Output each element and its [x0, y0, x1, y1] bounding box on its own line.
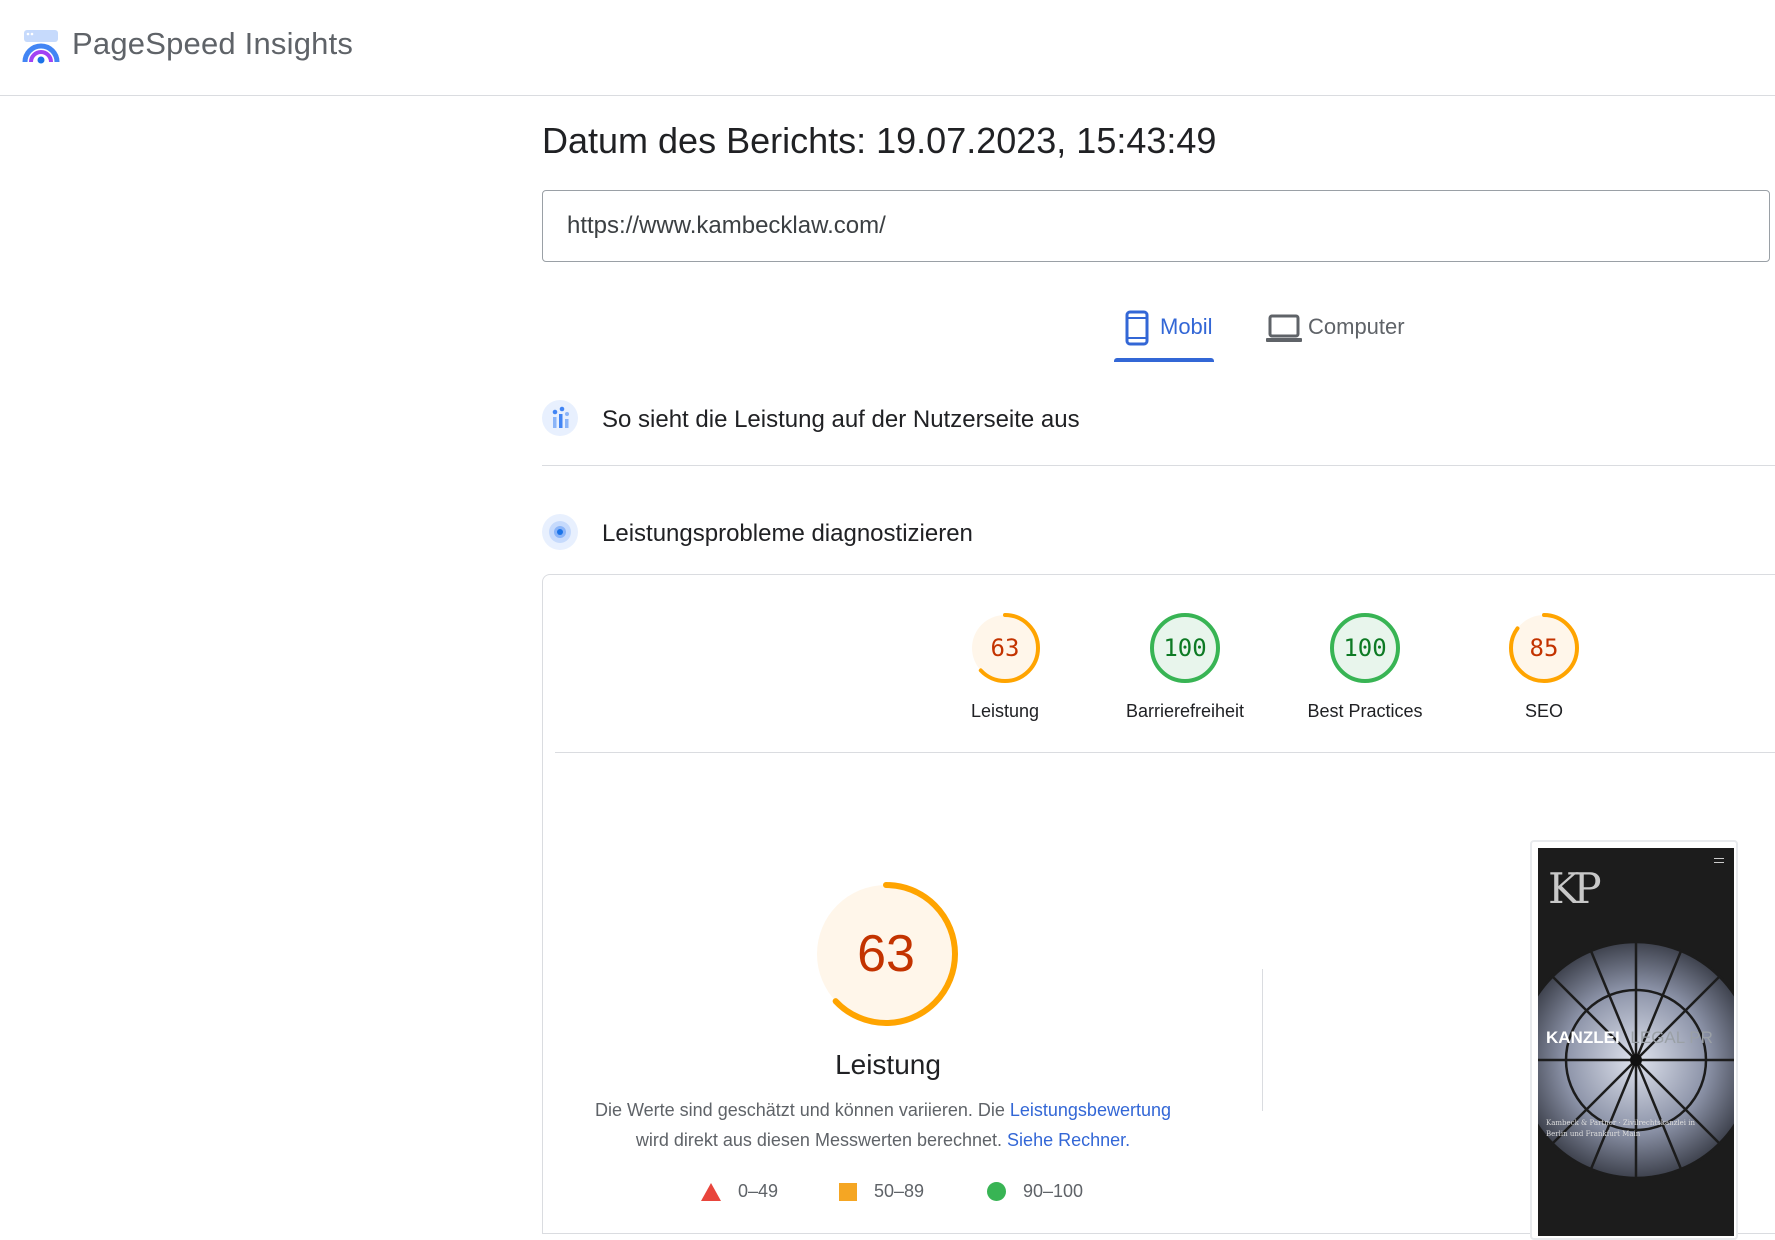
- tab-mobile[interactable]: Mobil: [1114, 300, 1214, 366]
- gauge-label: Barrierefreiheit: [1125, 701, 1245, 721]
- screenshot-logo: KP: [1548, 864, 1602, 913]
- performance-score-gauge: 63: [813, 881, 973, 1041]
- pagespeed-logo-icon[interactable]: [22, 28, 60, 66]
- performance-title: Leistung: [835, 1049, 941, 1080]
- field-data-title[interactable]: So sieht die Leistung auf der Nutzerseit…: [602, 406, 1080, 434]
- caption-line: Kambeck & Partner · Zivilrechtskanzlei i…: [1546, 1119, 1695, 1127]
- category-gauges: 63 Leistung 100 Barrierefreiheit 100 Bes…: [555, 575, 1775, 753]
- divider: [1262, 969, 1263, 1111]
- tab-computer[interactable]: Computer: [1262, 300, 1422, 366]
- performance-description: Die Werte sind geschätzt und können vari…: [583, 1095, 1183, 1155]
- legend-range: 50–89: [874, 1181, 925, 1201]
- gauge-label: Best Practices: [1307, 701, 1423, 721]
- gauge-value: 100: [1343, 634, 1387, 662]
- screenshot-image: KP KANZLEI LEGAL PR Kambeck & Partner · …: [1538, 848, 1734, 1236]
- gauge-value: 63: [990, 634, 1020, 662]
- page-screenshot-thumbnail[interactable]: KP KANZLEI LEGAL PR Kambeck & Partner · …: [1530, 840, 1738, 1240]
- tab-computer-label: Computer: [1308, 314, 1405, 339]
- gauge-value: 100: [1163, 634, 1207, 662]
- screenshot-headline: KANZLEI LEGAL PR: [1546, 1028, 1713, 1048]
- laptop-icon: [1266, 314, 1302, 342]
- report-date: Datum des Berichts: 19.07.2023, 15:43:49: [542, 120, 1217, 161]
- gauge-value: 85: [1529, 634, 1559, 662]
- screenshot-caption: Kambeck & Partner · Zivilrechtskanzlei i…: [1546, 1118, 1726, 1140]
- caption-line: Berlin und Frankfurt Main: [1546, 1130, 1641, 1138]
- smartphone-icon: [1125, 310, 1149, 346]
- field-data-section: So sieht die Leistung auf der Nutzerseit…: [542, 386, 1775, 466]
- headline-faded-text: LEGAL PR: [1630, 1028, 1713, 1047]
- gauge-performance[interactable]: 63 Leistung: [925, 611, 1085, 722]
- triangle-icon: [701, 1182, 721, 1201]
- performance-rating-link[interactable]: Leistungsbewertung: [1010, 1100, 1171, 1120]
- menu-icon: [1714, 858, 1724, 863]
- users-chart-icon: [542, 400, 578, 436]
- gauge-best-practices[interactable]: 100 Best Practices: [1285, 611, 1445, 722]
- square-icon: [839, 1182, 857, 1201]
- gauge-label: SEO: [1524, 701, 1563, 721]
- lighthouse-icon: [542, 514, 578, 550]
- app-header: PageSpeed Insights: [0, 0, 1775, 96]
- headline-text: KANZLEI: [1546, 1028, 1620, 1047]
- desc-text-1: Die Werte sind geschätzt und können vari…: [594, 1100, 1010, 1120]
- diagnose-title[interactable]: Leistungsprobleme diagnostizieren: [602, 520, 973, 548]
- app-title[interactable]: PageSpeed Insights: [72, 26, 353, 62]
- legend-item-pass: 90–100: [987, 1181, 1083, 1202]
- circle-icon: [987, 1182, 1006, 1201]
- tab-mobile-label: Mobil: [1160, 314, 1213, 339]
- legend-item-average: 50–89: [839, 1181, 924, 1202]
- calculator-link[interactable]: Siehe Rechner.: [1007, 1130, 1130, 1150]
- desc-text-2: wird direkt aus diesen Messwerten berech…: [635, 1130, 1008, 1150]
- gauge-seo[interactable]: 85 SEO: [1464, 611, 1624, 722]
- url-input[interactable]: [542, 190, 1770, 262]
- diagnostics-card: 63 Leistung 100 Barrierefreiheit 100 Bes…: [542, 574, 1775, 1240]
- gauge-accessibility[interactable]: 100 Barrierefreiheit: [1105, 611, 1265, 722]
- gauge-label: Leistung: [970, 701, 1040, 721]
- diagnose-section: Leistungsprobleme diagnostizieren: [542, 500, 1775, 564]
- tab-selected-indicator: [1114, 358, 1214, 362]
- legend-range: 0–49: [738, 1181, 779, 1201]
- legend-range: 90–100: [1023, 1181, 1084, 1201]
- legend-item-fail: 0–49: [701, 1181, 778, 1202]
- performance-score-value: 63: [857, 925, 915, 983]
